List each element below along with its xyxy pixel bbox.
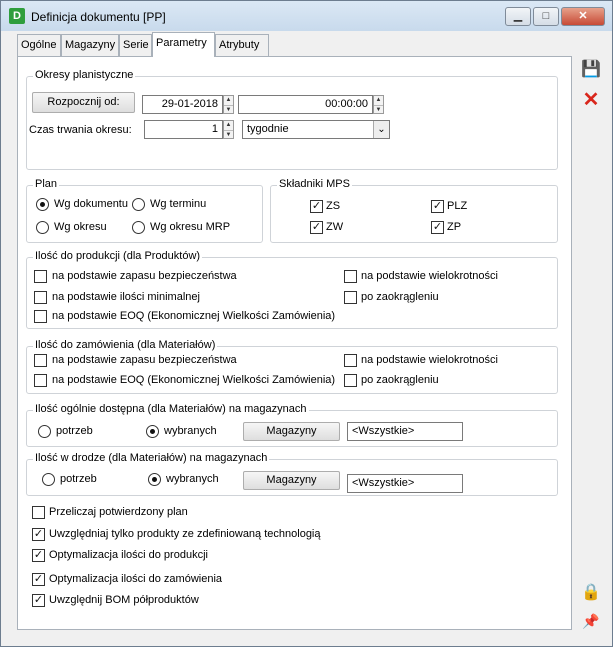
available-label-needs: potrzeb — [56, 425, 93, 437]
production-eoq-checkbox[interactable] — [34, 310, 47, 323]
order-eoq-checkbox[interactable] — [34, 374, 47, 387]
plan-group: Plan Wg dokumentu Wg terminu Wg okresu W… — [26, 178, 263, 243]
window-title: Definicja dokumentu [PP] — [31, 10, 166, 24]
production-safety-stock-label: na podstawie zapasu bezpieczeństwa — [52, 270, 237, 282]
order-multiplicity-label: na podstawie wielokrotności — [361, 354, 498, 366]
plan-radio-by-deadline[interactable] — [132, 198, 145, 211]
start-time-input[interactable]: 00:00:00 — [238, 95, 373, 114]
title-bar[interactable]: D Definicja dokumentu [PP] ▁ □ ✕ — [1, 1, 612, 31]
time-spinner[interactable]: ▲ ▼ — [373, 95, 384, 114]
optimize-order-label: Optymalizacja ilości do zamówienia — [49, 573, 223, 585]
mps-plz-label: PLZ — [447, 200, 468, 212]
duration-label: Czas trwania okresu: — [29, 124, 132, 136]
mps-components-group: Składniki MPS ✓ ZS ✓ PLZ ✓ ZW ✓ ZP — [270, 178, 558, 243]
order-multiplicity-checkbox[interactable] — [344, 354, 357, 367]
production-multiplicity-label: na podstawie wielokrotności — [361, 270, 498, 282]
production-minimum-checkbox[interactable] — [34, 291, 47, 304]
duration-unit-select[interactable]: tygodnie ⌄ — [242, 120, 390, 139]
document-definition-window: D Definicja dokumentu [PP] ▁ □ ✕ Ogólne … — [0, 0, 613, 647]
minimize-button[interactable]: ▁ — [505, 7, 531, 26]
plan-label-by-period: Wg okresu — [54, 221, 107, 233]
production-safety-stock-checkbox[interactable] — [34, 270, 47, 283]
only-with-technology-checkbox[interactable]: ✓ — [32, 528, 45, 541]
production-multiplicity-checkbox[interactable] — [344, 270, 357, 283]
in-transit-label-selected: wybranych — [166, 473, 219, 485]
app-icon: D — [9, 8, 25, 24]
order-safety-stock-label: na podstawie zapasu bezpieczeństwa — [52, 354, 237, 366]
duration-unit-value: tygodnie — [247, 123, 289, 135]
order-eoq-label: na podstawie EOQ (Ekonomicznej Wielkości… — [52, 374, 336, 386]
order-rounding-label: po zaokrągleniu — [361, 374, 439, 386]
mps-zw-checkbox[interactable]: ✓ — [310, 221, 323, 234]
in-transit-radio-needs[interactable] — [42, 473, 55, 486]
tab-serie[interactable]: Serie — [119, 34, 152, 56]
available-label-selected: wybranych — [164, 425, 217, 437]
pin-icon[interactable]: 📌 — [579, 610, 603, 634]
mps-zs-checkbox[interactable]: ✓ — [310, 200, 323, 213]
production-minimum-label: na podstawie ilości minimalnej — [52, 291, 200, 303]
plan-title: Plan — [33, 178, 60, 190]
available-quantity-group: Ilość ogólnie dostępna (dla Materiałów) … — [26, 403, 558, 447]
start-from-button[interactable]: Rozpocznij od: — [32, 92, 135, 113]
in-transit-radio-selected[interactable] — [148, 473, 161, 486]
order-quantity-group: Ilość do zamówienia (dla Materiałów) na … — [26, 339, 558, 394]
plan-label-by-deadline: Wg terminu — [150, 198, 207, 210]
duration-input[interactable]: 1 — [144, 120, 223, 139]
optimize-production-checkbox[interactable]: ✓ — [32, 549, 45, 562]
order-quantity-title: Ilość do zamówienia (dla Materiałów) — [33, 339, 218, 351]
production-rounding-checkbox[interactable] — [344, 291, 357, 304]
mps-zp-label: ZP — [447, 221, 462, 233]
in-transit-quantity-title: Ilość w drodze (dla Materiałów) na magaz… — [33, 452, 270, 464]
chevron-down-icon: ⌄ — [373, 121, 389, 138]
production-quantity-group: Ilość do produkcji (dla Produktów) na po… — [26, 250, 558, 329]
available-radio-selected[interactable] — [146, 425, 159, 438]
parameters-page: Okresy planistyczne Rozpocznij od: 29-01… — [17, 56, 572, 630]
only-with-technology-label: Uwzględniaj tylko produkty ze zdefiniowa… — [49, 528, 321, 540]
include-bom-semiproducts-checkbox[interactable]: ✓ — [32, 594, 45, 607]
tab-atrybuty[interactable]: Atrybuty — [215, 34, 269, 56]
in-transit-label-needs: potrzeb — [60, 473, 97, 485]
optimize-order-checkbox[interactable]: ✓ — [32, 573, 45, 586]
planning-periods-title: Okresy planistyczne — [33, 69, 136, 81]
recalculate-confirmed-plan-label: Przeliczaj potwierdzony plan — [49, 506, 188, 518]
in-transit-quantity-group: Ilość w drodze (dla Materiałów) na magaz… — [26, 452, 558, 496]
recalculate-confirmed-plan-checkbox[interactable] — [32, 506, 45, 519]
lock-icon[interactable]: 🔒 — [579, 582, 603, 606]
mps-zp-checkbox[interactable]: ✓ — [431, 221, 444, 234]
mps-zw-label: ZW — [326, 221, 344, 233]
tab-parametry[interactable]: Parametry — [152, 32, 215, 57]
available-radio-needs[interactable] — [38, 425, 51, 438]
available-warehouses-field[interactable]: <Wszystkie> — [347, 422, 463, 441]
plan-label-by-mrp-period: Wg okresu MRP — [150, 221, 231, 233]
available-warehouses-button[interactable]: Magazyny — [243, 422, 340, 441]
order-safety-stock-checkbox[interactable] — [34, 354, 47, 367]
available-quantity-title: Ilość ogólnie dostępna (dla Materiałów) … — [33, 403, 309, 415]
start-date-input[interactable]: 29-01-2018 — [142, 95, 223, 114]
mps-plz-checkbox[interactable]: ✓ — [431, 200, 444, 213]
plan-radio-by-mrp-period[interactable] — [132, 221, 145, 234]
optimize-production-label: Optymalizacja ilości do produkcji — [49, 549, 208, 561]
cancel-icon[interactable]: ✕ — [579, 89, 603, 113]
save-icon[interactable]: 💾 — [579, 59, 603, 83]
plan-radio-by-period[interactable] — [36, 221, 49, 234]
date-spinner[interactable]: ▲ ▼ — [223, 95, 234, 114]
in-transit-warehouses-button[interactable]: Magazyny — [243, 471, 340, 490]
production-quantity-title: Ilość do produkcji (dla Produktów) — [33, 250, 203, 262]
mps-components-title: Składniki MPS — [277, 178, 352, 190]
planning-periods-group: Okresy planistyczne Rozpocznij od: 29-01… — [26, 69, 558, 170]
duration-spinner[interactable]: ▲ ▼ — [223, 120, 234, 139]
maximize-button[interactable]: □ — [533, 7, 559, 26]
include-bom-semiproducts-label: Uwzględnij BOM półproduktów — [49, 594, 199, 606]
close-button[interactable]: ✕ — [561, 7, 605, 26]
tab-magazyny[interactable]: Magazyny — [61, 34, 119, 56]
order-rounding-checkbox[interactable] — [344, 374, 357, 387]
in-transit-warehouses-field[interactable]: <Wszystkie> — [347, 474, 463, 493]
plan-label-by-document: Wg dokumentu — [54, 198, 128, 210]
production-rounding-label: po zaokrągleniu — [361, 291, 439, 303]
production-eoq-label: na podstawie EOQ (Ekonomicznej Wielkości… — [52, 310, 336, 322]
mps-zs-label: ZS — [326, 200, 341, 212]
plan-radio-by-document[interactable] — [36, 198, 49, 211]
tab-ogolne[interactable]: Ogólne — [17, 34, 61, 56]
